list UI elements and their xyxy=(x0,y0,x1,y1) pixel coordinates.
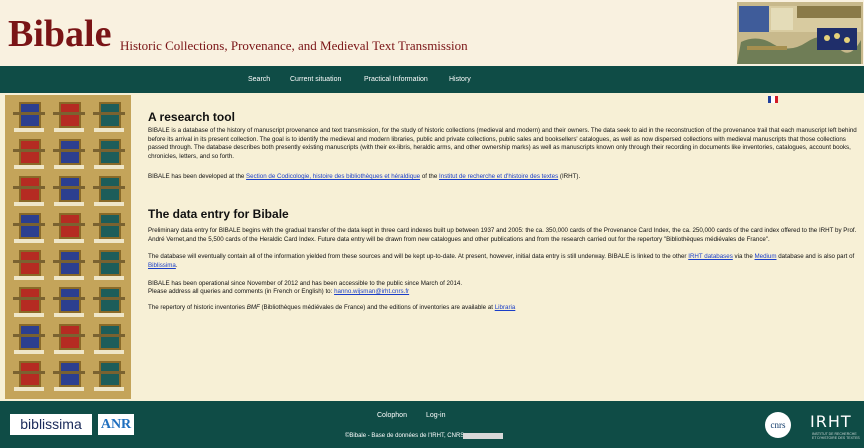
book-illustration xyxy=(53,135,85,169)
book-illustration xyxy=(93,98,125,132)
text-segment: via the xyxy=(732,253,755,260)
footer-login-link[interactable]: Log-in xyxy=(426,412,445,419)
book-illustration xyxy=(53,209,85,243)
book-illustration xyxy=(53,357,85,391)
creative-commons-badge-icon[interactable] xyxy=(463,433,503,439)
book-illustration xyxy=(93,283,125,317)
text-segment: The repertory of historic inventories xyxy=(148,304,247,311)
site-logo[interactable]: Bibale xyxy=(8,14,111,54)
text-segment: (Bibliothèques médiévales de France) and… xyxy=(259,304,495,311)
book-illustration xyxy=(13,246,45,280)
research-tool-description: BIBALE is a database of the history of m… xyxy=(148,127,857,160)
nav-current-situation[interactable]: Current situation xyxy=(290,66,341,93)
link-irht-databases[interactable]: IRHT databases xyxy=(688,253,733,260)
link-libraria[interactable]: Libraria xyxy=(495,304,516,311)
irht-logo-subtitle: INSTITUT DE RECHERCHE ET D'HISTOIRE DES … xyxy=(812,432,860,440)
book-shelf-illumination-image: (function(){ const host = document.curre… xyxy=(5,95,131,399)
data-entry-description: Preliminary data entry for BIBALE begins… xyxy=(148,227,857,243)
contact-text: Please address all queries and comments … xyxy=(148,288,858,297)
bmf-abbreviation: BMF xyxy=(246,304,260,311)
book-illustration xyxy=(93,172,125,206)
cnrs-logo[interactable]: cnrs xyxy=(765,412,791,438)
flag-stripe xyxy=(774,96,778,103)
main-navbar: Search Current situation Practical Infor… xyxy=(0,66,864,93)
book-illustration xyxy=(93,246,125,280)
link-medium[interactable]: Medium xyxy=(755,253,777,260)
link-biblissima[interactable]: Biblissima xyxy=(148,262,176,269)
french-flag-icon[interactable] xyxy=(768,96,778,103)
text-segment: BIBALE has been developed at the xyxy=(148,173,247,180)
text-segment: The database will eventually contain all… xyxy=(148,253,689,260)
book-illustration xyxy=(13,209,45,243)
book-illustration xyxy=(53,283,85,317)
nav-search[interactable]: Search xyxy=(248,66,270,93)
repertory-text: The repertory of historic inventories BM… xyxy=(148,304,858,313)
book-illustration xyxy=(13,357,45,391)
research-tool-development: BIBALE has been developed at the Section… xyxy=(148,173,858,182)
footer-colophon-link[interactable]: Colophon xyxy=(377,412,407,419)
book-illustration xyxy=(53,172,85,206)
book-illustration xyxy=(53,320,85,354)
link-irht-institute[interactable]: Institut de recherche et d'histoire des … xyxy=(439,173,558,180)
section-title-research-tool: A research tool xyxy=(148,110,235,124)
book-illustration xyxy=(93,357,125,391)
nav-practical-information[interactable]: Practical Information xyxy=(364,66,428,93)
book-illustration xyxy=(93,209,125,243)
text-segment: of the xyxy=(420,173,440,180)
book-illustration xyxy=(13,320,45,354)
book-illustration xyxy=(93,320,125,354)
manuscript-illumination-image xyxy=(737,2,863,64)
book-illustration xyxy=(53,246,85,280)
section-title-data-entry: The data entry for Bibale xyxy=(148,207,289,221)
contact-email-link[interactable]: hanno.wijsman@irht.cnrs.fr xyxy=(334,288,409,295)
text-segment: Please address all queries and comments … xyxy=(148,288,335,295)
nav-history[interactable]: History xyxy=(449,66,471,93)
text-segment: (IRHT). xyxy=(558,173,581,180)
book-illustration xyxy=(13,172,45,206)
book-illustration xyxy=(13,283,45,317)
irht-logo[interactable]: IRHT xyxy=(810,412,852,431)
book-illustration xyxy=(13,135,45,169)
book-illustration xyxy=(13,98,45,132)
book-illustration xyxy=(53,98,85,132)
anr-logo[interactable]: ANR xyxy=(98,414,134,435)
book-illustration xyxy=(93,135,125,169)
copyright-text: ©Bibale - Base de données de l'IRHT, CNR… xyxy=(345,433,465,439)
site-subtitle: Historic Collections, Provenance, and Me… xyxy=(120,38,468,53)
header: Bibale Historic Collections, Provenance,… xyxy=(0,0,864,66)
biblissima-logo[interactable]: biblissima xyxy=(10,414,92,435)
link-section-codicologie[interactable]: Section de Codicologie, histoire des bib… xyxy=(246,173,420,180)
text-segment: . xyxy=(175,261,178,269)
data-entry-links: The database will eventually contain all… xyxy=(148,253,858,270)
text-segment: database and is also part of xyxy=(776,253,855,260)
